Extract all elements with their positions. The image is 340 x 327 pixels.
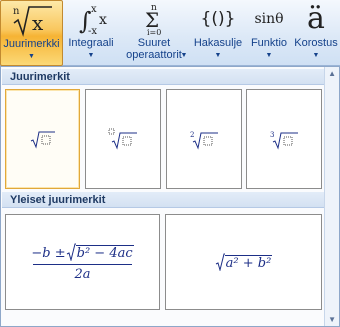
radical-tile-nth-root[interactable] — [85, 89, 161, 189]
chevron-down-icon: ▼ — [214, 52, 222, 59]
function-button[interactable]: sinθ Funktio ▼ — [246, 0, 292, 66]
large-operators-label-line1: Suuret — [137, 37, 171, 49]
sum-icon: n Σ i=0 — [118, 2, 190, 36]
chevron-down-icon: ▼ — [312, 52, 320, 59]
quadratic-denominator: 2a — [74, 266, 91, 282]
radical-button-label: Juurimerkki — [3, 38, 60, 50]
radical-sign-icon — [66, 243, 76, 261]
bracket-button[interactable]: {()} Hakasulje ▼ — [190, 0, 246, 66]
radical-tile-square-root[interactable] — [5, 89, 80, 189]
function-button-label: Funktio — [250, 37, 288, 49]
integral-lower-label: -x — [88, 26, 97, 36]
nth-root-symbol — [108, 128, 137, 150]
cube-root-symbol: 3 — [270, 131, 298, 150]
pythagoras-formula: a² + b² — [215, 253, 273, 271]
quadratic-radicand: b² − 4ac — [75, 244, 134, 261]
scroll-down-icon[interactable]: ▼ — [328, 315, 336, 324]
pythagoras-radicand: a² + b² — [224, 255, 273, 271]
chevron-down-icon: ▼ — [28, 53, 35, 60]
radical-tile-cube-root[interactable]: 3 — [246, 89, 322, 189]
radical-x-label: x — [32, 11, 44, 35]
section-header-common-radicals: Yleiset juurimerkit — [2, 192, 324, 208]
root-degree-2-label: 2 — [190, 131, 194, 139]
integral-upper-label: x — [91, 4, 97, 15]
function-icon: sinθ — [254, 11, 284, 27]
chevron-down-icon: ▼ — [265, 52, 273, 59]
quadratic-numerator-prefix: −b ± — [31, 245, 66, 261]
sum-lower-label: i=0 — [147, 28, 161, 36]
quadratic-formula-tile[interactable]: −b ± b² − 4ac 2a — [5, 214, 160, 310]
large-operators-button[interactable]: n Σ i=0 Suuret operaattorit ▼ — [118, 0, 190, 66]
square-root-degree-2-symbol: 2 — [190, 131, 218, 150]
chevron-down-icon: ▼ — [87, 52, 95, 59]
gallery-scrollbar[interactable]: ▲ ▼ — [324, 67, 339, 326]
pythagoras-tile[interactable]: a² + b² — [165, 214, 322, 310]
radical-gallery: Juurimerkit 2 3 Yleiset juurimerkit −b ±… — [0, 66, 340, 327]
integral-button[interactable]: ∫ x -x x Integraali ▼ — [64, 0, 118, 66]
integral-var-label: x — [99, 12, 107, 28]
accent-icon: ä — [307, 1, 325, 36]
quadratic-formula: −b ± b² − 4ac 2a — [31, 243, 134, 282]
bracket-button-label: Hakasulje — [193, 37, 243, 49]
root-degree-3-label: 3 — [270, 131, 274, 139]
integral-icon: ∫ x -x x — [64, 2, 118, 36]
integral-button-label: Integraali — [68, 37, 114, 49]
section-header-radicals: Juurimerkit — [2, 69, 324, 85]
equation-ribbon: n x Juurimerkki ▼ ∫ x -x x Integraali ▼ … — [0, 0, 340, 66]
accent-button[interactable]: ä Korostus ▼ — [292, 0, 340, 66]
radical-icon: n x — [1, 3, 62, 37]
accent-button-label: Korostus — [294, 37, 338, 49]
bracket-icon: {()} — [200, 9, 236, 29]
square-root-symbol — [30, 131, 55, 149]
radical-tile-square-root-degree-2[interactable]: 2 — [166, 89, 242, 189]
scroll-up-icon[interactable]: ▲ — [328, 69, 336, 78]
radical-button[interactable]: n x Juurimerkki ▼ — [0, 0, 63, 66]
radical-sign-icon — [215, 253, 225, 271]
chevron-down-icon: ▼ — [180, 52, 188, 59]
radical-index-label: n — [13, 6, 20, 17]
